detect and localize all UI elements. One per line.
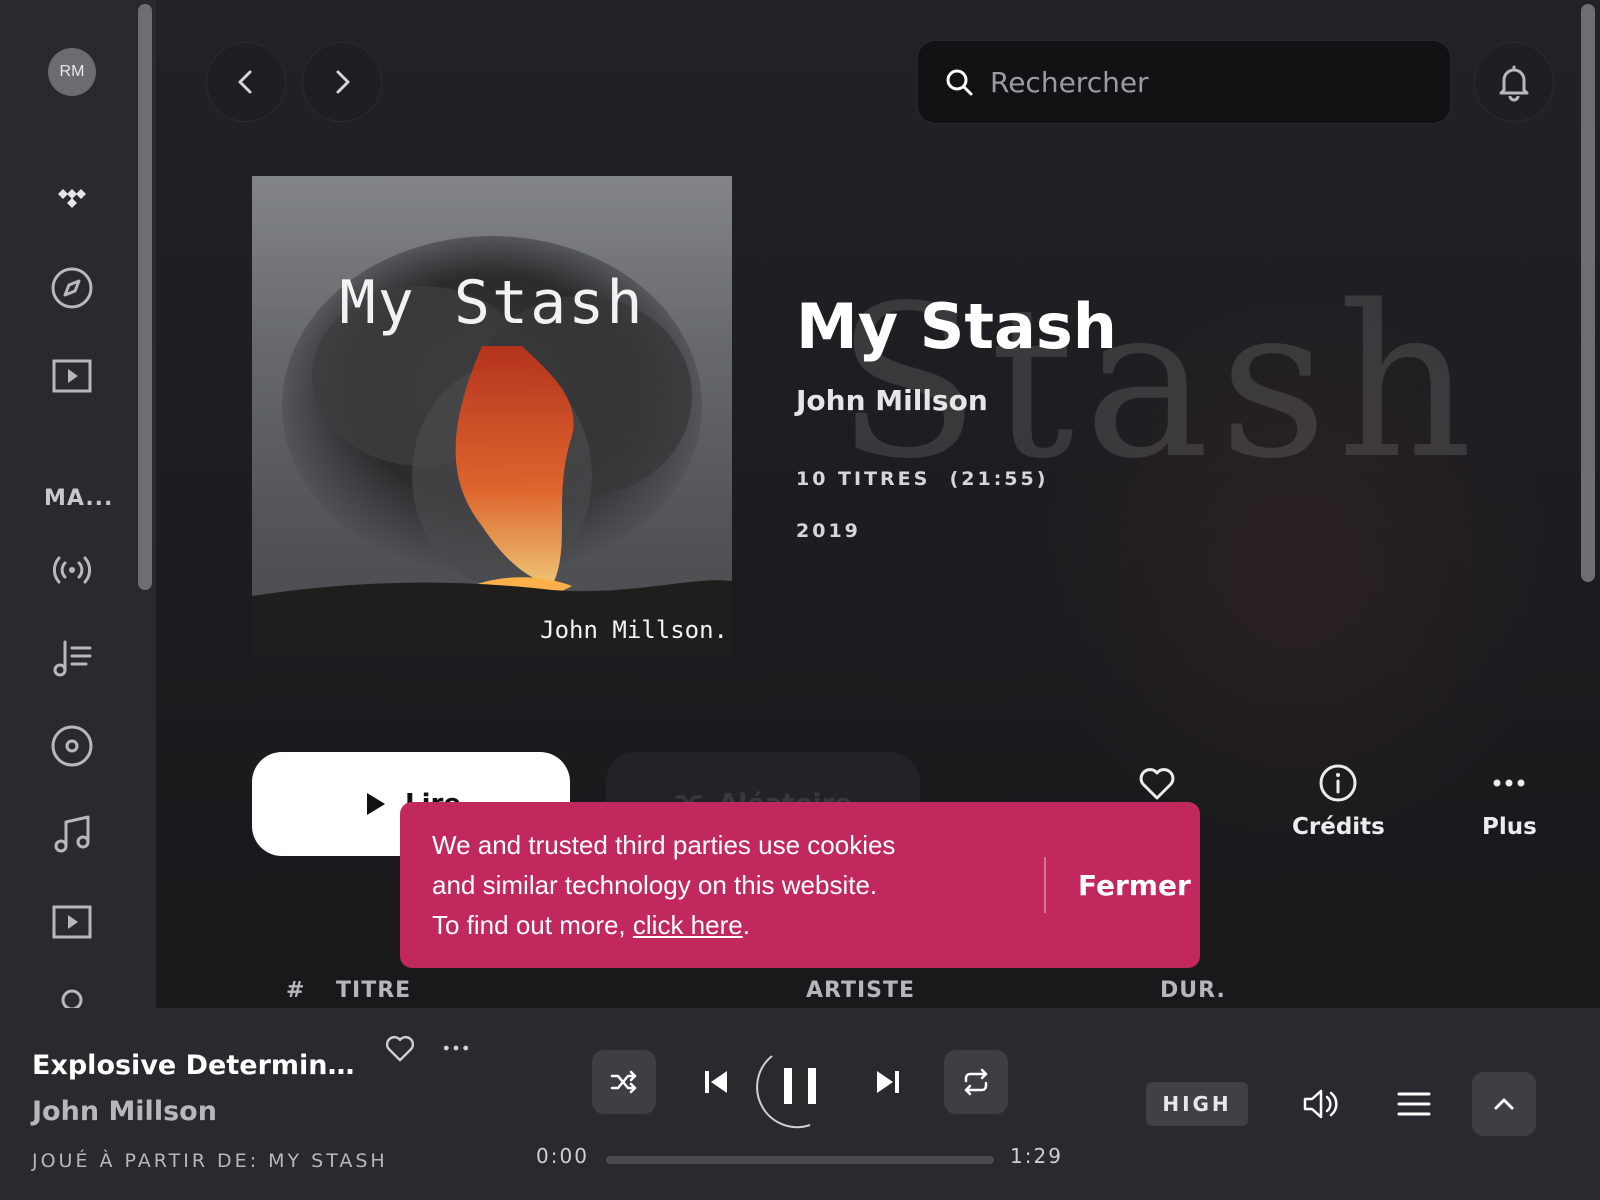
more-label: Plus <box>1482 814 1537 840</box>
progress-bar[interactable] <box>606 1156 994 1164</box>
sidebar: RM MA... <box>0 0 156 1008</box>
album-artist-link[interactable]: John Millson <box>796 384 988 417</box>
avatar[interactable]: RM <box>48 48 96 96</box>
compass-icon[interactable] <box>48 264 96 312</box>
forward-button[interactable] <box>302 42 382 122</box>
credits-button[interactable]: Crédits <box>1292 762 1385 840</box>
heart-icon <box>1139 768 1175 800</box>
cookie-divider <box>1044 857 1046 913</box>
cookie-line-3: To find out more, click here. <box>432 905 1032 945</box>
volume-button[interactable] <box>1296 1080 1344 1128</box>
search-bar[interactable] <box>917 40 1451 124</box>
playlist-icon[interactable] <box>48 634 96 682</box>
queue-button[interactable] <box>1390 1080 1438 1128</box>
total-time: 1:29 <box>1010 1144 1063 1168</box>
search-input[interactable] <box>990 65 1410 99</box>
video-icon[interactable] <box>48 352 96 400</box>
search-icon <box>946 69 973 96</box>
pause-button[interactable] <box>752 1038 848 1134</box>
skip-forward-icon <box>877 1071 899 1093</box>
user-icon[interactable] <box>48 984 96 1008</box>
album-cover[interactable]: My Stash John Millson. <box>252 176 732 656</box>
cookie-close-button[interactable]: Fermer <box>1078 869 1191 902</box>
cookie-info-link[interactable]: click here <box>633 910 743 940</box>
now-playing-source[interactable]: JOUÉ À PARTIR DE: MY STASH <box>32 1150 388 1172</box>
repeat-icon <box>964 1068 988 1096</box>
cookie-line-3-suffix: . <box>742 910 750 940</box>
cover-artist: John Millson. <box>540 616 728 644</box>
cookie-line-3-prefix: To find out more, <box>432 910 633 940</box>
heart-icon[interactable] <box>380 1028 420 1068</box>
info-icon <box>1319 764 1357 802</box>
skip-back-icon <box>705 1071 727 1093</box>
album-title: My Stash <box>796 290 1117 363</box>
album-duration: (21:55) <box>949 468 1049 490</box>
credits-label: Crédits <box>1292 814 1385 840</box>
quality-badge[interactable]: HIGH <box>1146 1082 1248 1126</box>
player-bar: Explosive Determinati... John Millson JO… <box>0 1008 1600 1200</box>
cover-title: My Stash <box>339 268 645 338</box>
chevron-up-icon <box>1494 1098 1514 1110</box>
cookie-line-2: and similar technology on this website. <box>432 870 878 900</box>
elapsed-time: 0:00 <box>536 1144 589 1168</box>
sidebar-scrollbar[interactable] <box>138 4 152 590</box>
bell-icon <box>1499 65 1529 102</box>
cookie-message: We and trusted third parties use cookies… <box>432 825 1032 945</box>
volume-icon <box>1303 1089 1338 1119</box>
column-duration-header[interactable]: DUR. <box>1160 978 1226 1003</box>
chevron-right-icon <box>336 70 350 94</box>
queue-list-icon <box>1397 1092 1431 1116</box>
shuffle-icon <box>610 1070 637 1094</box>
album-track-info: 10 TITRES (21:55) <box>796 468 1048 490</box>
column-number-header: # <box>286 978 306 1003</box>
video-icon[interactable] <box>48 898 96 946</box>
next-track-button[interactable] <box>864 1058 912 1106</box>
now-playing-artist[interactable]: John Millson <box>32 1096 217 1127</box>
shuffle-toggle[interactable] <box>592 1050 656 1114</box>
expand-player-button[interactable] <box>1472 1072 1536 1136</box>
main-scrollbar[interactable] <box>1581 4 1595 582</box>
more-button[interactable]: Plus <box>1482 762 1537 840</box>
cookie-line-1: We and trusted third parties use cookies <box>432 830 896 860</box>
previous-track-button[interactable] <box>692 1058 740 1106</box>
now-playing-title[interactable]: Explosive Determinati... <box>32 1050 362 1081</box>
radio-broadcast-icon[interactable] <box>48 546 96 594</box>
volcano-artwork <box>252 176 732 656</box>
back-button[interactable] <box>206 42 286 122</box>
album-year: 2019 <box>796 520 861 542</box>
music-note-icon[interactable] <box>48 810 96 858</box>
column-title-header[interactable]: TITRE <box>336 978 411 1003</box>
more-dots-icon <box>1493 779 1525 787</box>
play-icon <box>367 793 386 815</box>
track-count: 10 TITRES <box>796 468 931 490</box>
album-disc-icon[interactable] <box>48 722 96 770</box>
notifications-button[interactable] <box>1474 42 1554 122</box>
pause-icon <box>756 1055 816 1129</box>
repeat-toggle[interactable] <box>944 1050 1008 1114</box>
more-dots-icon[interactable] <box>436 1028 476 1068</box>
cookie-banner: We and trusted third parties use cookies… <box>400 802 1200 968</box>
column-artist-header[interactable]: ARTISTE <box>806 978 915 1003</box>
my-collection-label: MA... <box>44 486 114 511</box>
chevron-left-icon <box>238 70 252 94</box>
tidal-logo-icon[interactable] <box>48 176 96 224</box>
